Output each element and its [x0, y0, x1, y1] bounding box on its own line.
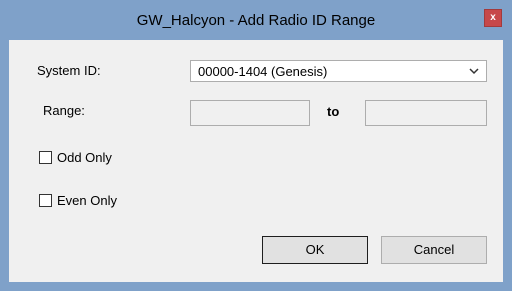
range-to-label: to — [327, 104, 340, 119]
ok-button[interactable]: OK — [262, 236, 368, 264]
close-icon: x — [490, 12, 496, 23]
system-id-label: System ID: — [37, 63, 101, 78]
even-only-checkbox[interactable] — [39, 194, 52, 207]
window-title: GW_Halcyon - Add Radio ID Range — [136, 12, 376, 29]
title-bar[interactable]: GW_Halcyon - Add Radio ID Range x — [0, 0, 512, 40]
odd-only-label: Odd Only — [57, 150, 112, 165]
cancel-button[interactable]: Cancel — [381, 236, 487, 264]
dialog-window: GW_Halcyon - Add Radio ID Range x System… — [0, 0, 512, 291]
range-label: Range: — [43, 103, 85, 118]
even-only-label: Even Only — [57, 193, 117, 208]
close-button[interactable]: x — [484, 9, 502, 27]
chevron-down-icon — [469, 68, 479, 75]
range-from-field[interactable] — [190, 100, 310, 126]
range-to-field[interactable] — [365, 100, 487, 126]
system-id-value: 00000-1404 (Genesis) — [198, 64, 328, 79]
system-id-dropdown[interactable]: 00000-1404 (Genesis) — [190, 60, 487, 82]
dialog-body: System ID: 00000-1404 (Genesis) Range: t… — [9, 40, 503, 282]
odd-only-checkbox[interactable] — [39, 151, 52, 164]
